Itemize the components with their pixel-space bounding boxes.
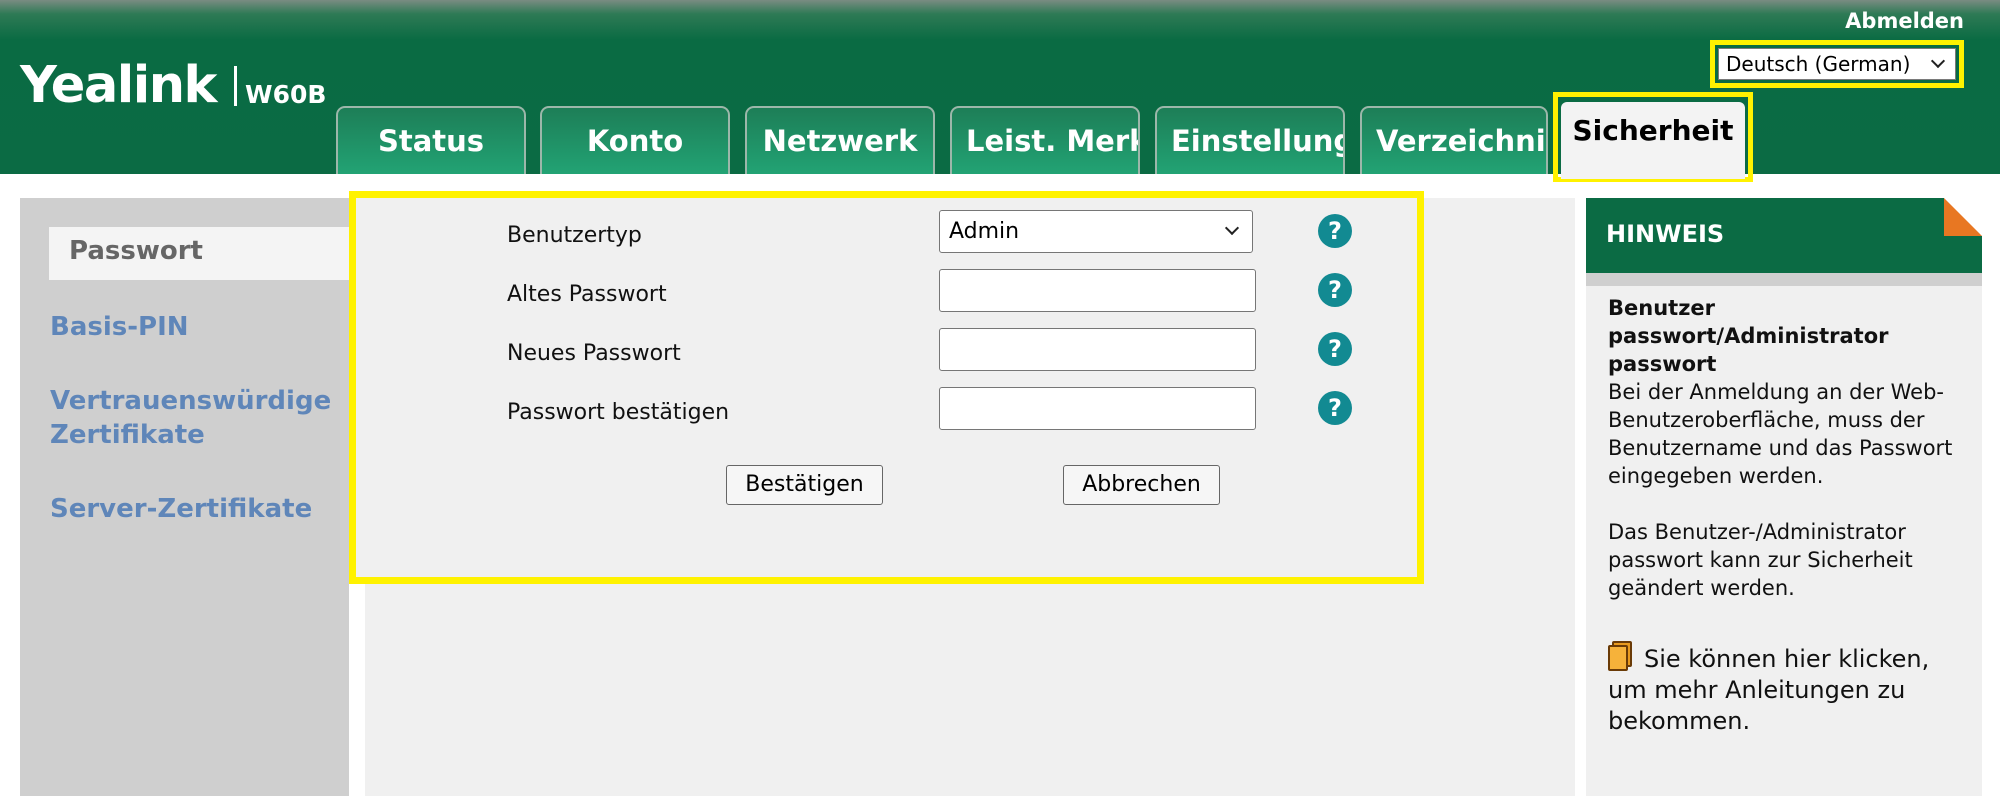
hint-panel: HINWEIS Benutzer passwort/Administrator … bbox=[1586, 198, 1982, 796]
sidebar-item-basis-pin[interactable]: Basis-PIN bbox=[50, 310, 189, 344]
brand-name: Yealink bbox=[20, 56, 217, 115]
language-select-highlight: Deutsch (German) bbox=[1710, 40, 1964, 88]
tab-konto[interactable]: Konto bbox=[540, 106, 730, 174]
sidebar-item-label: Passwort bbox=[69, 236, 203, 266]
hint-body: Benutzer passwort/Administrator passwort… bbox=[1586, 286, 1982, 796]
sidebar-item-passwort[interactable]: Passwort bbox=[49, 227, 355, 280]
sidebar-item-vertrauenswuerdige[interactable]: Vertrauenswürdige bbox=[50, 384, 331, 418]
tab-verzeichnis[interactable]: Verzeichnis bbox=[1360, 106, 1548, 174]
language-select[interactable]: Deutsch (German) bbox=[1718, 48, 1956, 80]
sidebar-item-zertifikate[interactable]: Zertifikate bbox=[50, 418, 205, 452]
user-type-select[interactable]: Admin bbox=[939, 210, 1253, 253]
help-icon[interactable]: ? bbox=[1318, 273, 1352, 307]
device-model: W60B bbox=[245, 80, 327, 109]
hint-title: HINWEIS bbox=[1606, 220, 1725, 248]
chevron-down-icon bbox=[1930, 53, 1946, 69]
cancel-button[interactable]: Abbrechen bbox=[1063, 465, 1220, 505]
header-bar: Abmelden Yealink W60B Deutsch (German) S… bbox=[0, 0, 2000, 182]
more-help-text: Sie können hier klicken, um mehr Anleitu… bbox=[1608, 645, 1930, 735]
help-icon[interactable]: ? bbox=[1318, 391, 1352, 425]
confirm-button[interactable]: Bestätigen bbox=[726, 465, 883, 505]
user-type-value: Admin bbox=[949, 219, 1020, 244]
logout-link[interactable]: Abmelden bbox=[1845, 9, 1964, 33]
chevron-down-icon bbox=[1224, 220, 1240, 236]
tab-sicherheit-highlight: Sicherheit bbox=[1553, 92, 1753, 182]
hint-header: HINWEIS bbox=[1586, 198, 1982, 273]
language-select-value: Deutsch (German) bbox=[1726, 52, 1911, 76]
user-type-label: Benutzertyp bbox=[507, 223, 642, 248]
more-help-link[interactable]: Sie können hier klicken, um mehr Anleitu… bbox=[1608, 641, 1962, 737]
tab-status[interactable]: Status bbox=[336, 106, 526, 174]
tab-einstellungen[interactable]: Einstellungen bbox=[1155, 106, 1345, 174]
help-icon[interactable]: ? bbox=[1318, 332, 1352, 366]
password-form: Benutzertyp Admin ? Altes Passwort ? Neu… bbox=[349, 191, 1424, 584]
old-password-field[interactable] bbox=[939, 269, 1256, 312]
book-icon bbox=[1608, 641, 1632, 671]
confirm-password-field[interactable] bbox=[939, 387, 1256, 430]
hint-paragraph: Bei der Anmeldung an der Web-Benutzerobe… bbox=[1608, 380, 1953, 488]
old-password-label: Altes Passwort bbox=[507, 282, 667, 307]
help-icon[interactable]: ? bbox=[1318, 214, 1352, 248]
new-password-label: Neues Passwort bbox=[507, 341, 681, 366]
sidebar-item-server-zertifikate[interactable]: Server-Zertifikate bbox=[50, 492, 312, 526]
tab-leistungsmerkmale[interactable]: Leist. Merkmale bbox=[950, 106, 1140, 174]
logo-divider bbox=[234, 66, 237, 106]
confirm-password-label: Passwort bestätigen bbox=[507, 400, 730, 425]
tab-sicherheit[interactable]: Sicherheit bbox=[1561, 102, 1745, 179]
sidebar: Passwort Basis-PIN Vertrauenswürdige Zer… bbox=[20, 198, 355, 796]
hint-paragraph: Das Benutzer-/Administrator passwort kan… bbox=[1608, 520, 1913, 600]
tab-netzwerk[interactable]: Netzwerk bbox=[745, 106, 935, 174]
corner-fold-icon bbox=[1944, 198, 1982, 236]
new-password-field[interactable] bbox=[939, 328, 1256, 371]
hint-heading: Benutzer passwort/Administrator passwort bbox=[1608, 296, 1889, 376]
